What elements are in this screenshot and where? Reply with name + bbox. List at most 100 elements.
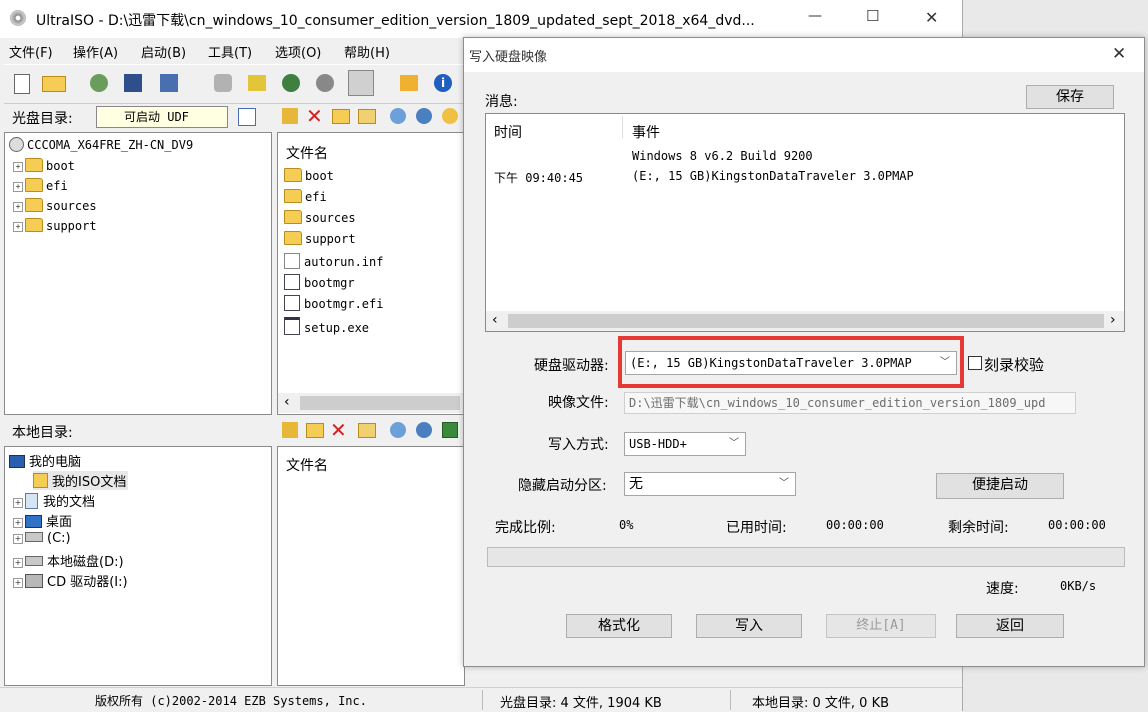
new-folder-icon[interactable] [306, 423, 324, 438]
status-copyright: 版权所有 (c)2002-2014 EZB Systems, Inc. [95, 694, 367, 708]
elapsed-value: 00:00:00 [826, 518, 884, 532]
abort-button[interactable]: 终止[A] [826, 614, 936, 638]
back-button[interactable]: 返回 [956, 614, 1064, 638]
new-folder-icon[interactable] [332, 109, 350, 124]
window-file-icon [284, 317, 300, 335]
add-icon[interactable] [442, 422, 458, 438]
menu-options[interactable]: 选项(O) [275, 42, 321, 61]
new-icon[interactable] [14, 74, 30, 94]
expand-icon[interactable]: + [13, 182, 23, 192]
expand-icon[interactable]: + [13, 222, 23, 232]
menu-action[interactable]: 操作(A) [73, 42, 118, 61]
settings-icon[interactable] [390, 422, 406, 438]
tree-folder[interactable]: + sources [13, 198, 97, 213]
documents-icon [25, 493, 38, 509]
expand-icon[interactable]: + [13, 558, 23, 568]
expand-icon[interactable]: + [13, 202, 23, 212]
verify-checkbox[interactable] [968, 356, 982, 370]
log-horizontal-scrollbar[interactable]: ‹ › [486, 311, 1124, 331]
expand-icon[interactable]: + [13, 534, 23, 544]
tree-item-drive-d[interactable]: + 本地磁盘(D:) [13, 551, 124, 570]
add-directory-icon[interactable] [248, 75, 266, 91]
tree-folder[interactable]: + support [13, 218, 97, 233]
expand-icon[interactable]: + [13, 578, 23, 588]
minimize-button[interactable]: — [808, 8, 822, 24]
list-item[interactable]: support [284, 231, 356, 246]
menu-file[interactable]: 文件(F) [9, 42, 53, 61]
tree-folder[interactable]: + efi [13, 178, 68, 193]
write-disk-image-icon[interactable] [348, 70, 374, 96]
tree-root[interactable]: CCCOMA_X64FRE_ZH-CN_DV9 [9, 137, 193, 152]
list-item[interactable]: boot [284, 168, 334, 183]
horizontal-scrollbar[interactable]: ‹ [278, 393, 464, 413]
column-header-filename[interactable]: 文件名 [286, 143, 328, 163]
save-button[interactable]: 保存 [1026, 85, 1114, 109]
expand-icon[interactable]: + [13, 498, 23, 508]
tree-folder-label: support [46, 219, 97, 233]
format-button[interactable]: 格式化 [566, 614, 672, 638]
message-log[interactable]: 时间 事件 Windows 8 v6.2 Build 9200 下午 09:40… [485, 113, 1125, 332]
scrollbar-thumb[interactable] [300, 396, 460, 410]
mount-icon[interactable] [282, 74, 300, 92]
tree-item-my-iso[interactable]: 我的ISO文档 [33, 471, 129, 490]
write-mode-select[interactable]: USB-HDD+ ﹀ [624, 432, 746, 456]
gear-icon[interactable] [416, 422, 432, 438]
rename-icon[interactable] [358, 423, 376, 438]
tree-item-label: CD 驱动器(I:) [47, 575, 128, 590]
scroll-right-icon[interactable]: › [1110, 312, 1116, 328]
quick-boot-button[interactable]: 便捷启动 [936, 473, 1064, 499]
local-directory-tree[interactable]: 我的电脑 我的ISO文档 + 我的文档 + 桌面 + (C:) + 本地磁盘(D:) +… [4, 446, 272, 686]
refresh-icon[interactable] [442, 108, 458, 124]
log-column-event[interactable]: 事件 [632, 122, 660, 142]
menu-help[interactable]: 帮助(H) [344, 42, 390, 61]
tree-item-drive-c[interactable]: + (C:) [13, 531, 71, 546]
save-as-icon[interactable] [160, 74, 178, 92]
list-item[interactable]: efi [284, 189, 327, 204]
close-button[interactable]: ✕ [925, 8, 938, 27]
expand-icon[interactable]: + [13, 162, 23, 172]
maximize-button[interactable]: ☐ [866, 7, 879, 25]
menu-tools[interactable]: 工具(T) [208, 42, 252, 61]
menu-boot[interactable]: 启动(B) [141, 42, 186, 61]
tree-item-cd-drive[interactable]: + CD 驱动器(I:) [13, 571, 128, 590]
tree-item-my-documents[interactable]: + 我的文档 [13, 491, 95, 510]
up-folder-icon[interactable] [282, 422, 298, 438]
tree-folder[interactable]: + boot [13, 158, 75, 173]
gear-icon[interactable] [416, 108, 432, 124]
add-files-icon[interactable] [214, 74, 232, 92]
expand-icon[interactable]: + [13, 518, 23, 528]
scrollbar-thumb[interactable] [508, 314, 1104, 328]
disk-drive-select[interactable]: (E:, 15 GB)KingstonDataTraveler 3.0PMAP … [625, 351, 957, 375]
list-item[interactable]: bootmgr.efi [284, 295, 383, 311]
list-item[interactable]: bootmgr [284, 274, 355, 290]
boot-properties-icon[interactable] [238, 108, 256, 126]
scroll-left-icon[interactable]: ‹ [284, 394, 290, 410]
settings-icon[interactable] [390, 108, 406, 124]
extract-icon[interactable] [90, 74, 108, 92]
delete-icon[interactable]: ✕ [306, 104, 323, 128]
list-item[interactable]: sources [284, 210, 356, 225]
verify-label[interactable]: 刻录校验 [984, 354, 1044, 375]
dialog-close-button[interactable]: ✕ [1112, 44, 1126, 64]
rename-icon[interactable] [358, 109, 376, 124]
info-icon[interactable]: i [434, 74, 452, 92]
tree-item-desktop[interactable]: + 桌面 [13, 511, 72, 530]
hide-partition-select[interactable]: 无 ﹀ [624, 472, 796, 496]
delete-icon[interactable]: ✕ [330, 418, 347, 442]
open-icon[interactable] [42, 76, 66, 92]
save-icon[interactable] [124, 74, 142, 92]
burn-icon[interactable] [316, 74, 334, 92]
write-button[interactable]: 写入 [696, 614, 802, 638]
log-column-time[interactable]: 时间 [494, 122, 522, 142]
list-item[interactable]: setup.exe [284, 317, 369, 335]
local-file-list[interactable]: 文件名 [277, 446, 465, 686]
up-folder-icon[interactable] [282, 108, 298, 124]
export-icon[interactable] [400, 75, 418, 91]
image-file-field[interactable]: D:\迅雷下载\cn_windows_10_consumer_edition_v… [624, 392, 1076, 414]
scroll-left-icon[interactable]: ‹ [492, 312, 498, 328]
list-item[interactable]: autorun.inf [284, 253, 383, 269]
tree-item-my-computer[interactable]: 我的电脑 [9, 451, 81, 470]
column-header-filename[interactable]: 文件名 [286, 455, 328, 475]
cd-file-list[interactable]: 文件名 boot efi sources support autorun.inf… [277, 132, 465, 415]
cd-directory-tree[interactable]: CCCOMA_X64FRE_ZH-CN_DV9 + boot + efi + sour… [4, 132, 272, 415]
